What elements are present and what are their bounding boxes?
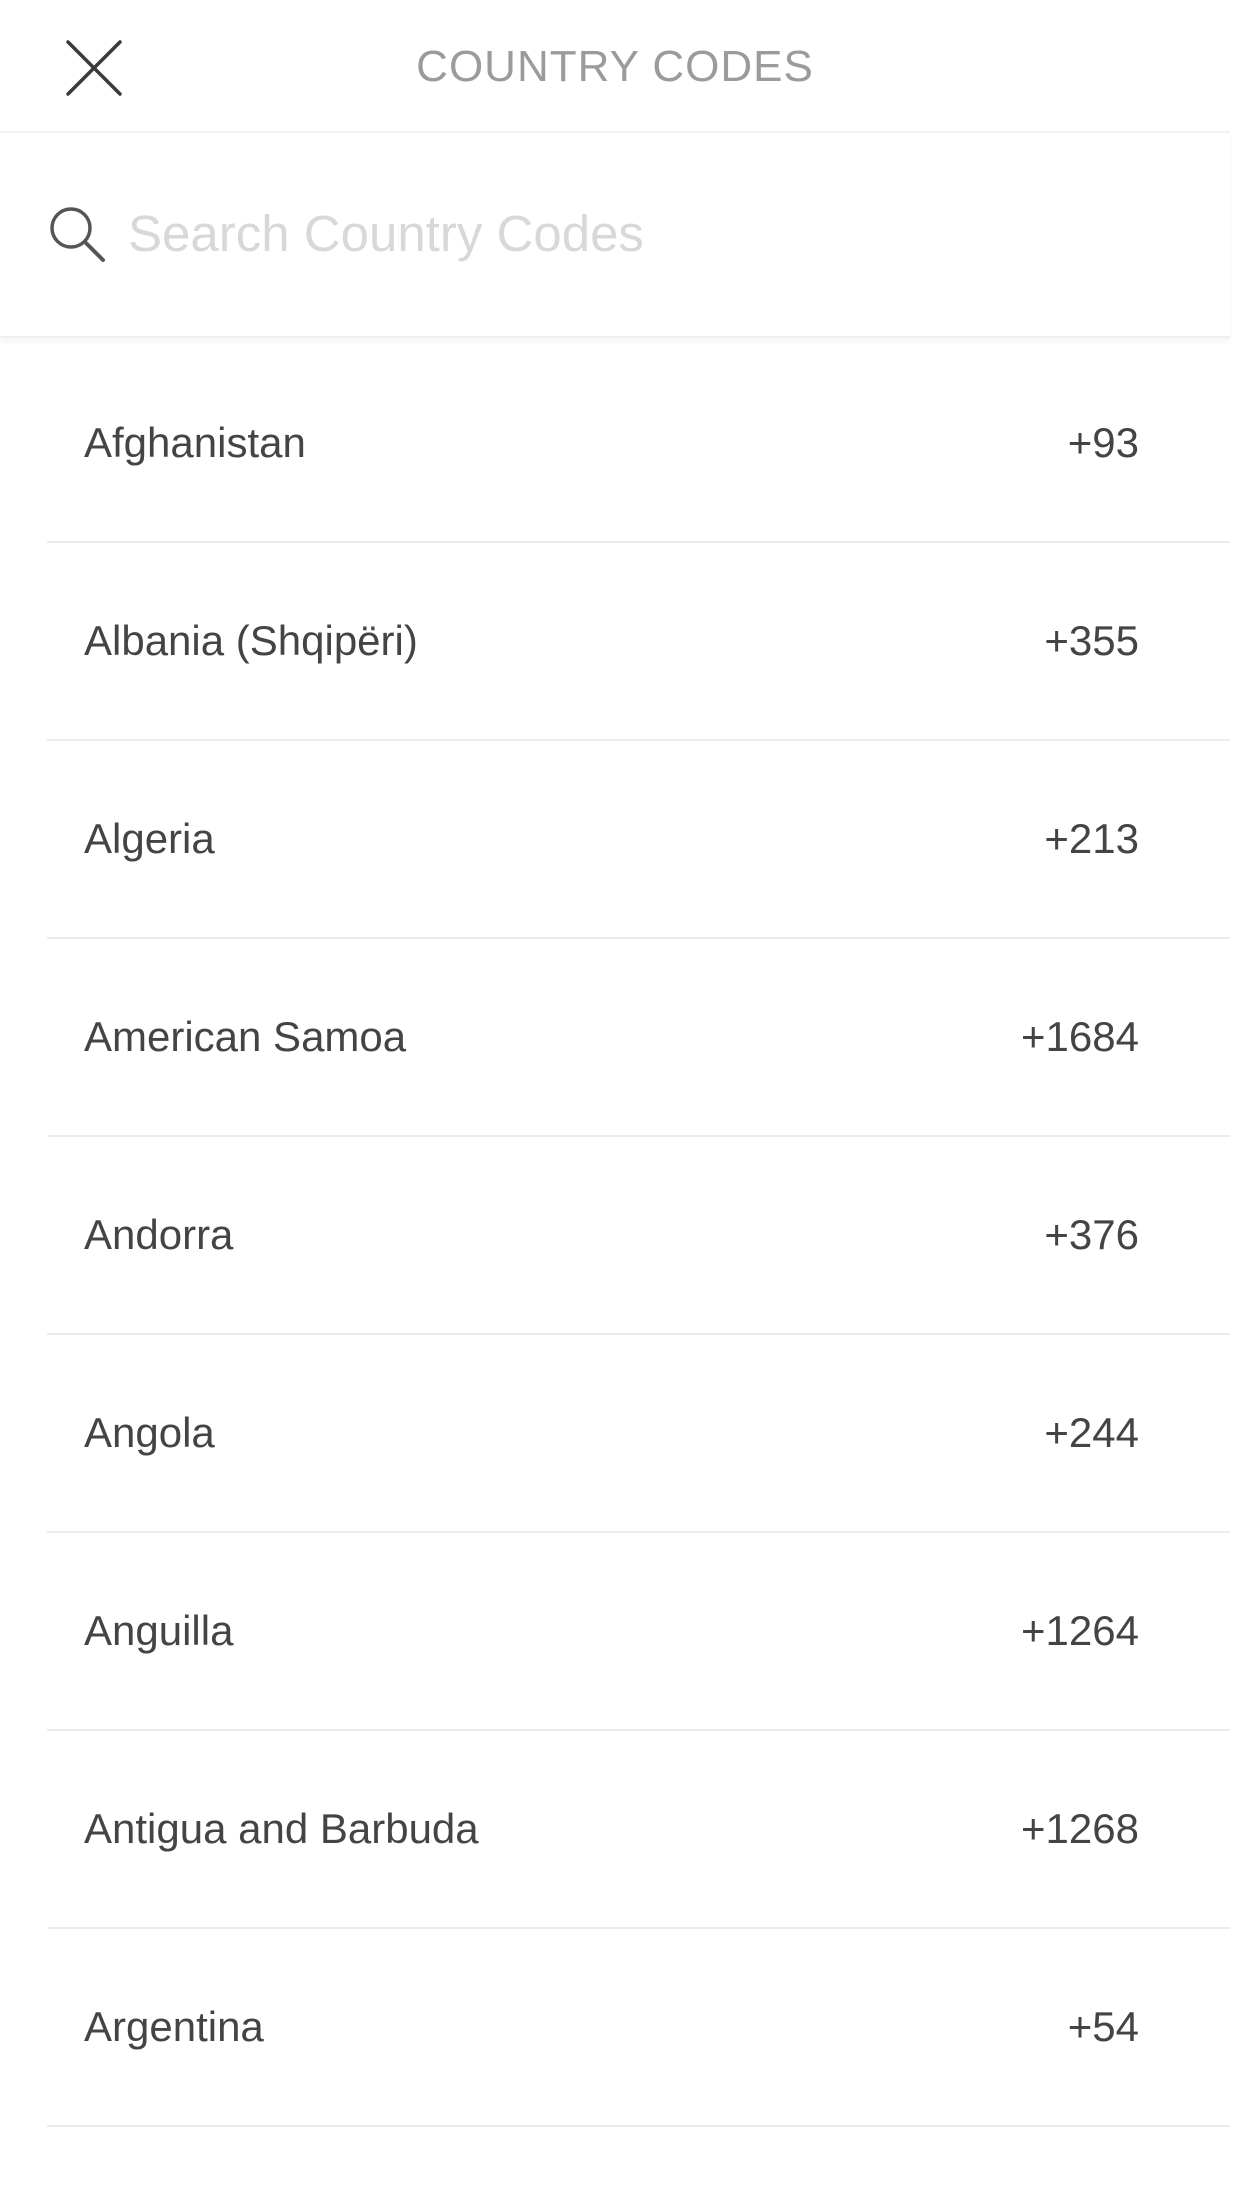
country-code: +93	[1067, 419, 1139, 466]
list-item[interactable]: Antigua and Barbuda +1268	[0, 1731, 1230, 1929]
country-name: Algeria	[84, 815, 215, 862]
country-name: Anguilla	[84, 1607, 234, 1654]
country-name: Andorra	[84, 1211, 234, 1258]
list-item[interactable]: Algeria +213	[0, 741, 1230, 939]
list-item[interactable]: Andorra +376	[0, 1137, 1230, 1335]
country-code: +244	[1044, 1409, 1139, 1456]
search-bar	[0, 133, 1230, 338]
country-name: Antigua and Barbuda	[84, 1805, 479, 1852]
country-code: +1268	[1021, 1805, 1139, 1852]
country-code: +1684	[1021, 1013, 1139, 1060]
search-icon	[50, 207, 105, 262]
country-list: Afghanistan +93 Albania (Shqipëri) +355 …	[0, 345, 1230, 2127]
country-code: +376	[1044, 1211, 1139, 1258]
country-name: Angola	[84, 1409, 215, 1456]
country-name: Argentina	[84, 2003, 264, 2050]
list-item[interactable]: Angola +244	[0, 1335, 1230, 1533]
page-title: COUNTRY CODES	[416, 42, 814, 91]
list-item[interactable]: American Samoa +1684	[0, 939, 1230, 1137]
list-item[interactable]: Argentina +54	[0, 1929, 1230, 2127]
list-item[interactable]: Albania (Shqipëri) +355	[0, 543, 1230, 741]
country-name: American Samoa	[84, 1013, 407, 1060]
country-code: +355	[1044, 617, 1139, 664]
header-bar: COUNTRY CODES	[0, 0, 1230, 133]
country-code: +54	[1067, 2003, 1139, 2050]
country-name: Albania (Shqipëri)	[84, 617, 418, 664]
country-code: +213	[1044, 815, 1139, 862]
search-input[interactable]	[128, 193, 1178, 273]
list-item[interactable]: Afghanistan +93	[0, 345, 1230, 543]
country-code: +1264	[1021, 1607, 1139, 1654]
country-name: Afghanistan	[84, 419, 306, 466]
list-item[interactable]: Anguilla +1264	[0, 1533, 1230, 1731]
